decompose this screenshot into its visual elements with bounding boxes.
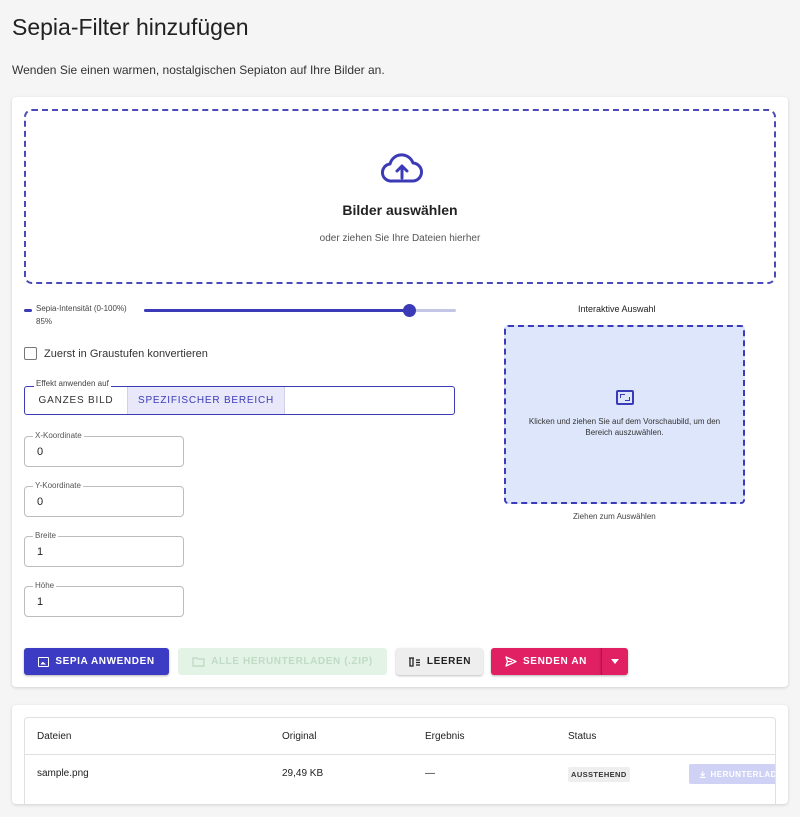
download-file-button[interactable]: HERUNTERLADEN [689,764,776,784]
file-original-size: 29,49 KB [282,768,324,779]
apply-mode-legend: Effekt anwenden auf [34,379,111,388]
preview-title: Interaktive Auswahl [578,304,656,314]
preview-caption: Ziehen zum Auswählen [573,512,656,521]
preview-instructions: Klicken und ziehen Sie auf dem Vorschaub… [528,417,721,437]
dropzone-subtitle: oder ziehen Sie Ihre Dateien hierher [319,233,481,244]
selection-preview[interactable]: Klicken und ziehen Sie auf dem Vorschaub… [504,325,745,504]
height-field[interactable]: Höhe 1 [24,581,184,617]
toggle-specific-area[interactable]: SPEZIFISCHER BEREICH [127,387,285,414]
column-header-status: Status [568,731,597,742]
intensity-label: Sepia-Intensität (0-100%) [36,304,127,313]
status-badge: AUSSTEHEND [568,767,630,782]
download-file-label: HERUNTERLADEN [710,769,776,779]
sepia-tool-card: Bilder auswählen oder ziehen Sie Ihre Da… [12,97,788,687]
grayscale-checkbox[interactable] [24,347,37,360]
toggle-whole-image[interactable]: GANZES BILD [25,387,127,414]
clear-list-icon [408,657,420,667]
height-label: Höhe [33,581,57,590]
clear-label: LEEREN [426,656,472,667]
x-coordinate-value: 0 [37,446,44,458]
grayscale-label: Zuerst in Graustufen konvertieren [44,347,208,360]
download-icon [699,770,706,778]
slider-fill [144,309,410,312]
download-all-button[interactable]: ALLE HERUNTERLADEN (.ZIP) [178,648,387,675]
apply-mode-toggle: GANZES BILD SPEZIFISCHER BEREICH [24,386,455,415]
height-value: 1 [37,596,44,608]
intensity-value: 85% [36,317,53,326]
send-icon [505,656,517,667]
dropzone-title: Bilder auswählen [342,202,458,218]
page-title: Sepia-Filter hinzufügen [12,14,249,40]
files-table: Dateien Original Ergebnis Status sample.… [24,717,776,804]
files-card: Dateien Original Ergebnis Status sample.… [12,705,788,804]
intensity-slider[interactable] [144,304,456,317]
crop-area-icon [616,390,634,405]
width-label: Breite [33,531,58,540]
table-header: Dateien Original Ergebnis Status [25,718,775,755]
slider-start-mark [24,309,32,312]
x-coordinate-field[interactable]: X-Koordinate 0 [24,431,184,467]
width-value: 1 [37,546,44,558]
apply-sepia-button[interactable]: SEPIA ANWENDEN [24,648,169,675]
cloud-upload-icon [381,153,423,183]
send-to-label: SENDEN AN [523,656,587,667]
apply-sepia-label: SEPIA ANWENDEN [55,656,155,667]
send-to-button[interactable]: SENDEN AN [491,648,601,675]
chevron-down-icon [611,659,619,664]
y-coordinate-value: 0 [37,496,44,508]
y-coordinate-field[interactable]: Y-Koordinate 0 [24,481,184,517]
page-description: Wenden Sie einen warmen, nostalgischen S… [12,63,385,77]
file-name: sample.png [37,768,89,779]
image-icon [38,656,50,667]
width-field[interactable]: Breite 1 [24,531,184,567]
file-dropzone[interactable]: Bilder auswählen oder ziehen Sie Ihre Da… [24,109,776,284]
column-header-original: Original [282,731,317,742]
clear-button[interactable]: LEEREN [396,648,483,675]
file-result: — [425,768,435,779]
grayscale-option[interactable]: Zuerst in Graustufen konvertieren [24,347,208,360]
send-to-dropdown-button[interactable] [601,648,628,675]
folder-zip-icon [192,657,205,667]
slider-thumb[interactable] [403,304,417,317]
download-all-label: ALLE HERUNTERLADEN (.ZIP) [211,656,373,667]
column-header-result: Ergebnis [425,731,465,742]
column-header-files: Dateien [37,731,72,742]
x-coordinate-label: X-Koordinate [33,431,84,440]
y-coordinate-label: Y-Koordinate [33,481,83,490]
